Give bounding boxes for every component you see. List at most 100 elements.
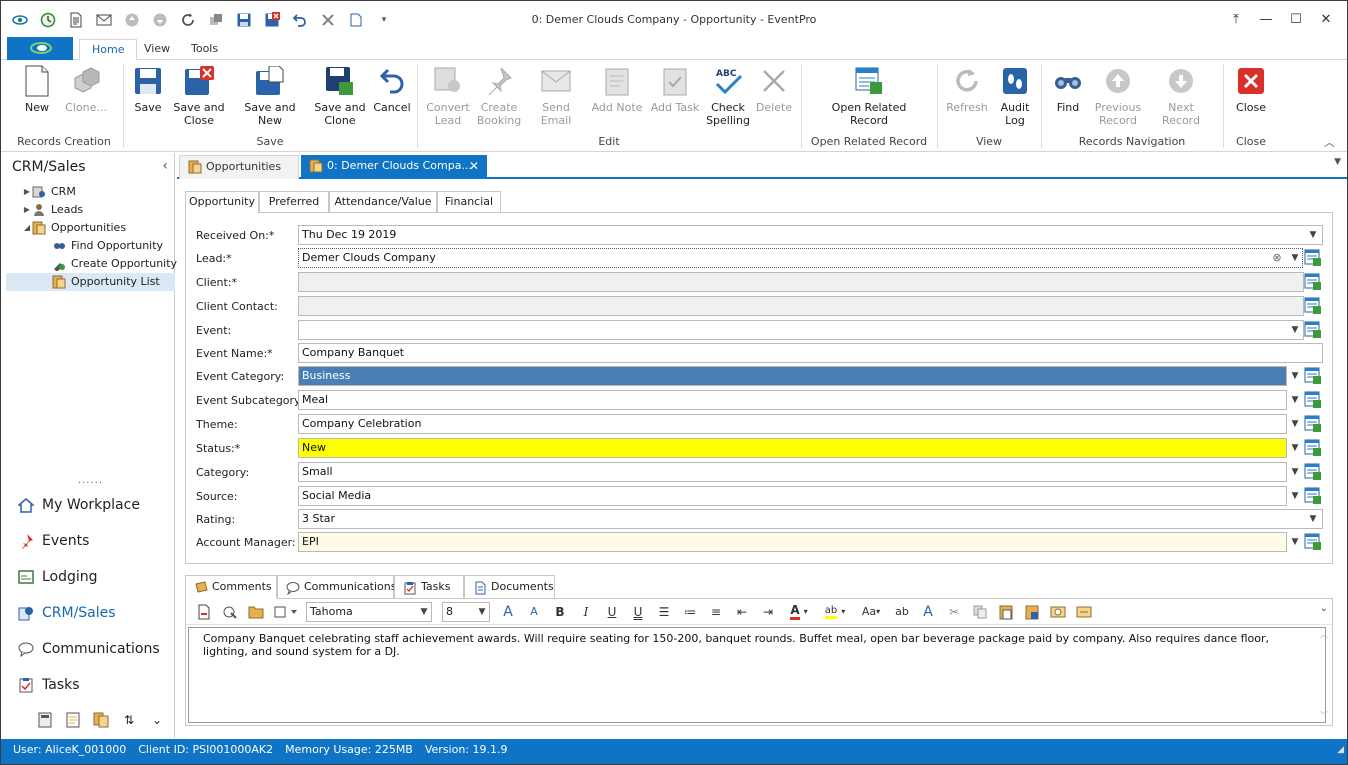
insert-merge-icon[interactable]: [1072, 601, 1096, 623]
numbered-list-icon[interactable]: ≔: [678, 601, 702, 623]
lookup-record-icon[interactable]: [1304, 321, 1322, 339]
close-button[interactable]: Close: [1233, 64, 1269, 114]
dropdown-arrow-icon[interactable]: ▼: [1288, 532, 1302, 552]
sort-arrows-icon[interactable]: ⇅: [120, 711, 138, 729]
scroll-up-icon[interactable]: ︿: [1320, 629, 1328, 640]
close-tab-icon[interactable]: ✕: [469, 155, 479, 177]
grow-font-icon[interactable]: A: [496, 601, 520, 623]
dropdown-arrow-icon[interactable]: ▼: [1288, 462, 1302, 482]
expand-arrow-icon[interactable]: ▶: [22, 183, 32, 201]
file-menu-button[interactable]: [7, 37, 73, 60]
insert-field-icon[interactable]: [1046, 601, 1070, 623]
increase-indent-icon[interactable]: ⇥: [756, 601, 780, 623]
decrease-indent-icon[interactable]: ⇤: [730, 601, 754, 623]
client-input[interactable]: [298, 272, 1304, 292]
category-select[interactable]: Small: [298, 462, 1287, 482]
calculator-icon[interactable]: [36, 711, 54, 729]
tab-home[interactable]: Home: [79, 39, 138, 60]
dropdown-arrow-icon[interactable]: ▼: [475, 603, 489, 621]
module-communications[interactable]: Communications: [6, 631, 175, 667]
module-my-workplace[interactable]: My Workplace: [6, 487, 175, 523]
status-select[interactable]: New: [298, 438, 1287, 458]
previous-record-button[interactable]: Previous Record: [1093, 64, 1143, 127]
open-related-record-button[interactable]: Open Related Record: [831, 64, 907, 127]
dropdown-arrow-icon[interactable]: ▼: [417, 603, 431, 621]
close-window-button[interactable]: ✕: [1311, 7, 1341, 31]
theme-select[interactable]: Company Celebration: [298, 414, 1287, 434]
cut-icon[interactable]: ✂: [942, 601, 966, 623]
send-email-button[interactable]: Send Email: [527, 64, 585, 127]
tab-view[interactable]: View: [132, 39, 182, 60]
collapse-nav-icon[interactable]: ‹: [162, 158, 168, 174]
editor-scrollbar[interactable]: ︿ ﹀: [1318, 627, 1330, 723]
opportunity-shortcut-icon[interactable]: [92, 711, 110, 729]
tab-preferred[interactable]: Preferred: [259, 191, 329, 213]
doc-tab-opportunities[interactable]: Opportunities: [179, 155, 299, 179]
lookup-record-icon[interactable]: [1304, 249, 1322, 267]
save-button[interactable]: Save: [131, 64, 165, 114]
tab-tasks[interactable]: Tasks: [394, 575, 464, 599]
format-dropdown-icon[interactable]: [270, 601, 300, 623]
save-and-new-button[interactable]: Save and New: [233, 64, 307, 127]
highlight-color-icon[interactable]: ab ▾: [818, 601, 852, 623]
received-on-input[interactable]: Thu Dec 19 2019: [298, 225, 1323, 245]
font-family-select[interactable]: Tahoma ▼: [306, 601, 432, 622]
convert-lead-button[interactable]: Convert Lead: [425, 64, 471, 127]
paste-icon[interactable]: [994, 601, 1018, 623]
comments-text[interactable]: Company Banquet celebrating staff achiev…: [188, 627, 1326, 723]
doc-tab-demer-clouds[interactable]: 0: Demer Clouds Compa... ✕: [301, 155, 487, 179]
lookup-record-icon[interactable]: [1304, 463, 1322, 481]
toolbar-overflow-icon[interactable]: ⌄: [1320, 603, 1328, 614]
font-color-icon[interactable]: A ▾: [782, 601, 816, 623]
minimize-button[interactable]: —: [1251, 7, 1281, 31]
account-manager-select[interactable]: EPI: [298, 532, 1287, 552]
bullet-list-icon[interactable]: ☰: [652, 601, 676, 623]
tree-node-create-opportunity[interactable]: Create Opportunity: [6, 255, 177, 273]
lookup-record-icon[interactable]: [1304, 533, 1322, 551]
check-spelling-button[interactable]: ABC Check Spelling: [706, 64, 750, 127]
bold-icon[interactable]: B: [548, 601, 572, 623]
restore-ribbon-icon[interactable]: ⤒: [1221, 7, 1251, 31]
clone-button[interactable]: Clone...: [61, 64, 111, 114]
clear-formatting-icon[interactable]: ab: [890, 601, 914, 623]
lookup-record-icon[interactable]: [1304, 487, 1322, 505]
tree-node-leads[interactable]: ▶ Leads: [6, 201, 175, 219]
report-icon[interactable]: [64, 711, 82, 729]
tab-comments[interactable]: Comments: [185, 575, 277, 599]
lookup-record-icon[interactable]: [1304, 439, 1322, 457]
module-lodging[interactable]: Lodging: [6, 559, 175, 595]
tab-documents[interactable]: Documents: [464, 575, 555, 599]
dropdown-arrow-icon[interactable]: ▼: [1288, 320, 1302, 340]
clear-circle-icon[interactable]: ⊗: [1270, 248, 1284, 268]
event-input[interactable]: [298, 320, 1304, 340]
refresh-button[interactable]: Refresh: [945, 64, 989, 114]
change-case-icon[interactable]: Aa ▾: [854, 601, 888, 623]
client-contact-input[interactable]: [298, 296, 1304, 316]
nav-splitter[interactable]: ......: [6, 475, 175, 486]
save-and-close-button[interactable]: Save and Close: [173, 64, 225, 127]
module-crm-sales[interactable]: CRM/Sales: [6, 595, 175, 631]
tree-node-opportunity-list[interactable]: Opportunity List: [6, 273, 175, 291]
multilevel-list-icon[interactable]: ≡: [704, 601, 728, 623]
italic-icon[interactable]: I: [574, 601, 598, 623]
copy-icon[interactable]: [968, 601, 992, 623]
save-and-clone-button[interactable]: Save and Clone: [313, 64, 367, 127]
underline-icon[interactable]: U: [600, 601, 624, 623]
lead-input[interactable]: Demer Clouds Company: [298, 248, 1303, 268]
audit-log-button[interactable]: Audit Log: [995, 64, 1035, 127]
dropdown-arrow-icon[interactable]: ▼: [1306, 225, 1320, 245]
tab-tools[interactable]: Tools: [179, 39, 230, 60]
event-name-input[interactable]: Company Banquet: [298, 343, 1323, 363]
lookup-record-icon[interactable]: [1304, 391, 1322, 409]
template-icon[interactable]: [218, 601, 242, 623]
lookup-record-icon[interactable]: [1304, 273, 1322, 291]
dropdown-arrow-icon[interactable]: ▼: [1288, 438, 1302, 458]
next-record-button[interactable]: Next Record: [1149, 64, 1213, 127]
add-task-button[interactable]: Add Task: [649, 64, 701, 114]
resize-grip-icon[interactable]: ◢: [1337, 740, 1344, 761]
shrink-font-icon[interactable]: A: [522, 601, 546, 623]
paste-special-icon[interactable]: [1020, 601, 1044, 623]
font-style-icon[interactable]: A: [916, 601, 940, 623]
double-underline-icon[interactable]: U: [626, 601, 650, 623]
module-events[interactable]: Events: [6, 523, 175, 559]
